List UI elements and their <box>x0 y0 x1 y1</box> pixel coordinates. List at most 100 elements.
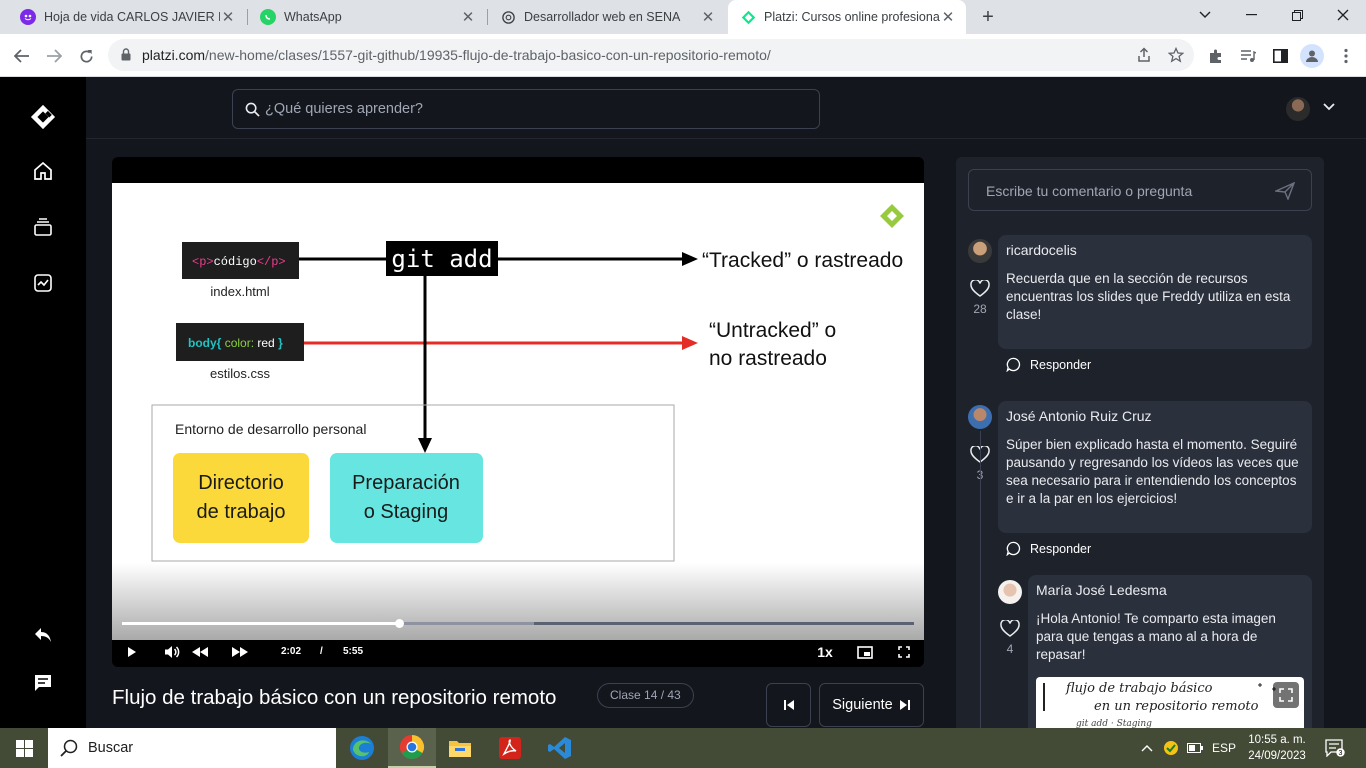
video-progress-bar[interactable] <box>122 619 914 628</box>
staging-box <box>330 453 483 543</box>
comment-username[interactable]: José Antonio Ruiz Cruz <box>1006 408 1304 424</box>
courses-stack-icon[interactable] <box>30 214 56 240</box>
close-tab-icon[interactable]: ✕ <box>220 8 236 26</box>
forward-button[interactable] <box>40 42 68 70</box>
progress-chart-icon[interactable] <box>30 270 56 296</box>
taskbar-search-input[interactable]: Buscar <box>48 728 336 768</box>
thread-line <box>980 431 981 728</box>
home-icon[interactable] <box>30 158 56 184</box>
vscode-icon[interactable] <box>536 728 584 768</box>
reload-button[interactable] <box>72 42 100 70</box>
reply-button[interactable]: Responder <box>1006 357 1091 372</box>
avatar[interactable] <box>968 239 992 263</box>
platzi-logo-icon[interactable] <box>30 104 56 130</box>
input-language[interactable]: ESP <box>1210 728 1238 768</box>
avatar[interactable] <box>968 405 992 429</box>
playback-speed-button[interactable]: 1x <box>814 642 836 662</box>
skip-previous-icon <box>783 700 794 710</box>
notification-count: 3 <box>1339 750 1343 757</box>
extensions-puzzle-icon[interactable] <box>1204 44 1228 68</box>
norton-icon[interactable] <box>1160 728 1182 768</box>
tab-search-chevron-icon[interactable] <box>1182 0 1228 30</box>
browser-menu-icon[interactable] <box>1334 44 1358 68</box>
browser-tab-strip: Hoja de vida CARLOS JAVIER LO ✕ WhatsApp… <box>0 0 1366 34</box>
lesson-title: Flujo de trabajo básico con un repositor… <box>112 686 557 709</box>
side-navigation <box>0 77 86 728</box>
played-bar <box>122 622 400 625</box>
video-player[interactable]: <p>código</p> index.html git add “Tracke… <box>112 157 924 667</box>
battery-icon[interactable] <box>1184 728 1206 768</box>
comments-panel: Escribe tu comentario o pregunta 28 rica… <box>956 157 1324 728</box>
tab-platzi[interactable]: Platzi: Cursos online profesional ✕ <box>728 0 966 34</box>
back-button[interactable] <box>8 42 36 70</box>
minimize-button[interactable] <box>1228 0 1274 30</box>
code-html-text: <p>código</p> <box>192 255 286 269</box>
messages-icon[interactable] <box>30 670 56 696</box>
close-window-button[interactable] <box>1320 0 1366 30</box>
tab-label: Platzi: Cursos online profesional <box>764 10 940 24</box>
volume-icon[interactable] <box>162 642 182 662</box>
file-explorer-icon[interactable] <box>436 728 484 768</box>
fast-forward-icon[interactable] <box>230 642 250 662</box>
share-icon[interactable] <box>1132 43 1156 67</box>
code-css-text: body{ color: red } <box>188 336 283 350</box>
search-placeholder: ¿Qué quieres aprender? <box>265 101 423 117</box>
course-search-input[interactable]: ¿Qué quieres aprender? <box>232 89 820 129</box>
rewind-icon[interactable] <box>190 642 210 662</box>
progress-handle[interactable] <box>394 619 404 628</box>
like-control[interactable]: 4 <box>998 620 1022 656</box>
picture-in-picture-icon[interactable] <box>855 642 875 662</box>
like-control[interactable]: 28 <box>968 280 992 316</box>
canva-icon <box>20 9 36 25</box>
side-panel-icon[interactable] <box>1268 44 1292 68</box>
reply-label: Responder <box>1030 541 1092 556</box>
profile-icon[interactable] <box>1300 44 1324 68</box>
image-text-line1: flujo de trabajo básico <box>1066 681 1213 696</box>
back-arrow-icon[interactable] <box>30 622 56 648</box>
user-avatar[interactable] <box>1286 97 1310 121</box>
comment-username[interactable]: ricardocelis <box>1006 242 1304 258</box>
comment-text: ¡Hola Antonio! Te comparto esta imagen p… <box>1036 611 1276 662</box>
new-tab-button[interactable]: + <box>976 4 1000 30</box>
current-time: 2:02 <box>281 646 302 657</box>
reply-label: Responder <box>1030 357 1092 372</box>
git-add-text: git add <box>391 245 492 273</box>
whatsapp-icon <box>260 9 276 25</box>
taskbar-clock[interactable]: 10:55 a. m. 24/09/2023 <box>1244 732 1310 764</box>
acrobat-icon[interactable] <box>486 728 534 768</box>
reply-button[interactable]: Responder <box>1006 541 1091 556</box>
tab-chatgpt[interactable]: Desarrollador web en SENA ✕ <box>488 0 726 34</box>
browser-toolbar: platzi.com/new-home/clases/1557-git-gith… <box>0 34 1366 77</box>
heart-icon <box>970 280 990 297</box>
chrome-icon[interactable] <box>388 728 436 768</box>
tab-canva[interactable]: Hoja de vida CARLOS JAVIER LO ✕ <box>8 0 246 34</box>
avatar[interactable] <box>998 580 1022 604</box>
next-lesson-label: Siguiente <box>832 697 893 713</box>
chevron-down-icon[interactable] <box>1322 99 1336 115</box>
play-icon[interactable] <box>124 642 140 662</box>
close-tab-icon[interactable]: ✕ <box>700 8 716 26</box>
next-lesson-button[interactable]: Siguiente <box>819 683 924 727</box>
chat-bubble-icon <box>1006 541 1021 556</box>
media-control-icon[interactable] <box>1236 44 1260 68</box>
fullscreen-icon[interactable] <box>894 642 914 662</box>
windows-start-icon[interactable] <box>0 728 48 768</box>
close-tab-icon[interactable]: ✕ <box>940 8 956 26</box>
staging-line2: o Staging <box>364 501 449 523</box>
comment-username[interactable]: María José Ledesma <box>1036 582 1304 598</box>
tab-whatsapp[interactable]: WhatsApp ✕ <box>248 0 486 34</box>
show-hidden-icons-chevron-icon[interactable] <box>1138 728 1156 768</box>
previous-lesson-button[interactable] <box>766 683 811 727</box>
edge-icon[interactable] <box>338 728 386 768</box>
notification-center-icon[interactable]: 3 <box>1320 728 1350 768</box>
close-tab-icon[interactable]: ✕ <box>460 8 476 26</box>
bookmark-star-icon[interactable] <box>1164 43 1188 67</box>
send-icon[interactable] <box>1275 182 1295 200</box>
address-bar[interactable]: platzi.com/new-home/clases/1557-git-gith… <box>108 39 1194 71</box>
like-count: 4 <box>1006 642 1014 656</box>
search-icon <box>60 739 78 757</box>
expand-image-icon[interactable] <box>1273 682 1299 708</box>
comment-input[interactable]: Escribe tu comentario o pregunta <box>968 169 1312 211</box>
comment-attached-image[interactable]: flujo de trabajo básico en un repositori… <box>1036 677 1304 728</box>
restore-button[interactable] <box>1274 0 1320 30</box>
